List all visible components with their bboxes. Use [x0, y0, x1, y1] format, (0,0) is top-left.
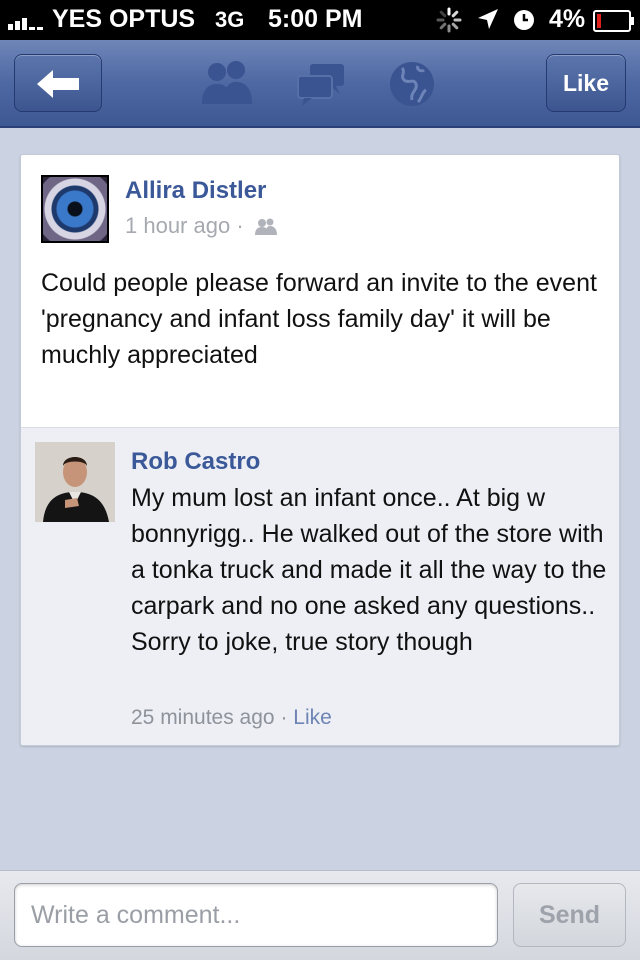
network-type: 3G [215, 7, 245, 32]
comment-item: Rob Castro My mum lost an infant once.. … [21, 427, 619, 745]
post-author-name[interactable]: Allira Distler [125, 177, 266, 205]
post-author-avatar[interactable] [41, 175, 109, 243]
friends-icon[interactable] [200, 60, 254, 106]
comment-meta: 25 minutes ago · Like [131, 706, 332, 730]
post-card: Allira Distler 1 hour ago · Could people… [20, 154, 620, 746]
battery-icon [593, 10, 634, 32]
like-page-button[interactable]: Like [546, 54, 626, 112]
comment-like-link[interactable]: Like [293, 706, 332, 729]
nav-bar: Like [0, 40, 640, 128]
send-button[interactable]: Send [513, 883, 626, 947]
signal-icon [8, 12, 46, 30]
meta-separator: · [280, 706, 288, 729]
post-timestamp: 1 hour ago [125, 213, 231, 238]
alarm-clock-icon [514, 10, 534, 30]
comment-timestamp: 25 minutes ago [131, 706, 275, 729]
status-bar: YES OPTUS 3G 5:00 PM 4% [0, 0, 640, 40]
comment-author-name[interactable]: Rob Castro [131, 448, 260, 476]
meta-separator: · [236, 213, 244, 238]
activity-spinner-icon [436, 7, 462, 33]
status-time: 5:00 PM [268, 5, 363, 33]
compose-bar: Send [0, 870, 640, 960]
notifications-globe-icon[interactable] [388, 60, 436, 108]
carrier-name: YES OPTUS [52, 5, 196, 33]
post-text: Could people please forward an invite to… [41, 269, 597, 369]
comment-text: My mum lost an infant once.. At big w bo… [131, 484, 607, 656]
back-button[interactable] [14, 54, 102, 112]
comment-author-avatar[interactable] [35, 442, 115, 522]
post-meta: 1 hour ago · [125, 213, 278, 239]
battery-percent: 4% [549, 5, 586, 33]
comment-input[interactable] [14, 883, 498, 947]
friends-audience-icon [254, 218, 277, 236]
messages-icon[interactable] [296, 62, 346, 106]
person-photo [35, 442, 115, 522]
location-arrow-icon [478, 9, 498, 29]
back-arrow-icon [37, 70, 79, 98]
